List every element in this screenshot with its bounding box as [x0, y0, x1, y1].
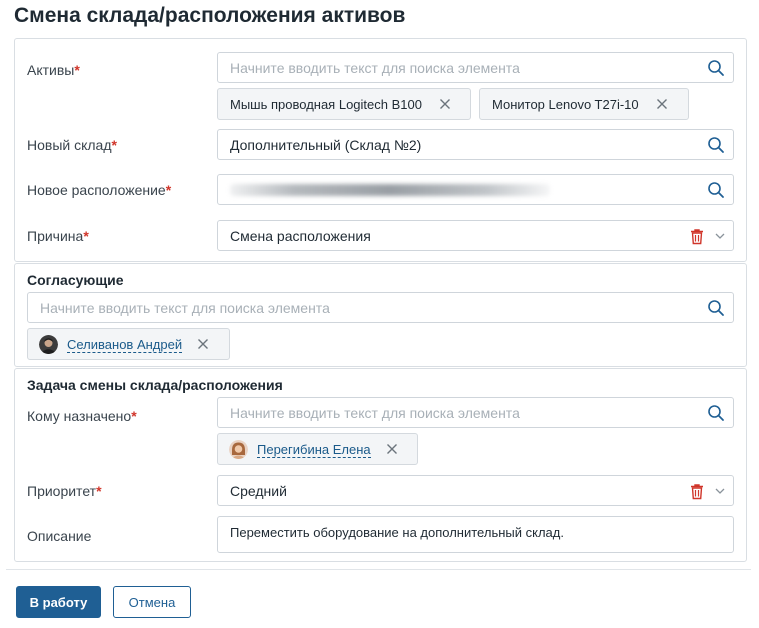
close-icon[interactable]	[386, 443, 398, 455]
priority-label: Приоритет*	[27, 483, 102, 499]
close-icon[interactable]	[656, 98, 668, 110]
search-icon[interactable]	[707, 136, 725, 154]
approvers-placeholder: Начните вводить текст для поиска элемент…	[40, 300, 330, 316]
asset-tag-mouse: Мышь проводная Logitech B100	[217, 88, 471, 120]
close-icon[interactable]	[439, 98, 451, 110]
main-form-panel: Активы* Начните вводить текст для поиска…	[14, 38, 747, 262]
priority-value: Средний	[230, 483, 287, 499]
footer-divider	[6, 569, 751, 570]
assignee-name-link[interactable]: Перегибина Елена	[257, 442, 371, 458]
chevron-down-icon[interactable]	[715, 487, 725, 495]
reason-label: Причина*	[27, 228, 89, 244]
reason-value: Смена расположения	[230, 228, 371, 244]
approvers-search-input[interactable]: Начните вводить текст для поиска элемент…	[27, 292, 734, 323]
search-icon[interactable]	[707, 181, 725, 199]
assets-search-input[interactable]: Начните вводить текст для поиска элемент…	[217, 52, 734, 83]
assignee-placeholder: Начните вводить текст для поиска элемент…	[230, 405, 520, 421]
description-textarea[interactable]: Переместить оборудование на дополнительн…	[217, 516, 734, 553]
chevron-down-icon[interactable]	[715, 232, 725, 240]
search-icon[interactable]	[707, 299, 725, 317]
close-icon[interactable]	[197, 338, 209, 350]
new-location-blurred-value	[230, 184, 550, 196]
page-title: Смена склада/расположения активов	[14, 4, 406, 27]
assignee-tag: Перегибина Елена	[217, 433, 418, 465]
search-icon[interactable]	[707, 404, 725, 422]
submit-button[interactable]: В работу	[16, 586, 101, 618]
asset-tag-monitor: Монитор Lenovo T27i-10	[479, 88, 689, 120]
search-icon[interactable]	[707, 59, 725, 77]
approvers-panel: Согласующие Начните вводить текст для по…	[14, 263, 747, 367]
assignee-label: Кому назначено*	[27, 408, 137, 424]
new-location-input[interactable]	[217, 174, 734, 205]
avatar	[39, 335, 58, 354]
task-panel: Задача смены склада/расположения Кому на…	[14, 368, 747, 562]
new-warehouse-label: Новый склад*	[27, 137, 117, 153]
new-warehouse-input[interactable]: Дополнительный (Склад №2)	[217, 129, 734, 160]
assets-label: Активы*	[27, 62, 80, 78]
trash-icon[interactable]	[689, 483, 705, 500]
approver-name-link[interactable]: Селиванов Андрей	[67, 337, 183, 353]
asset-tag-label: Мышь проводная Logitech B100	[230, 97, 422, 112]
priority-select[interactable]: Средний	[217, 475, 734, 506]
approver-tag: Селиванов Андрей	[27, 328, 230, 360]
assignee-search-input[interactable]: Начните вводить текст для поиска элемент…	[217, 397, 734, 428]
description-label: Описание	[27, 528, 92, 544]
reason-select[interactable]: Смена расположения	[217, 220, 734, 251]
asset-tag-label: Монитор Lenovo T27i-10	[492, 97, 639, 112]
assets-placeholder: Начните вводить текст для поиска элемент…	[230, 60, 520, 76]
avatar	[229, 440, 248, 459]
new-warehouse-value: Дополнительный (Склад №2)	[230, 137, 422, 153]
cancel-button[interactable]: Отмена	[113, 586, 191, 618]
trash-icon[interactable]	[689, 228, 705, 245]
new-location-label: Новое расположение*	[27, 182, 172, 198]
approvers-title: Согласующие	[27, 272, 124, 288]
task-title: Задача смены склада/расположения	[27, 377, 283, 393]
